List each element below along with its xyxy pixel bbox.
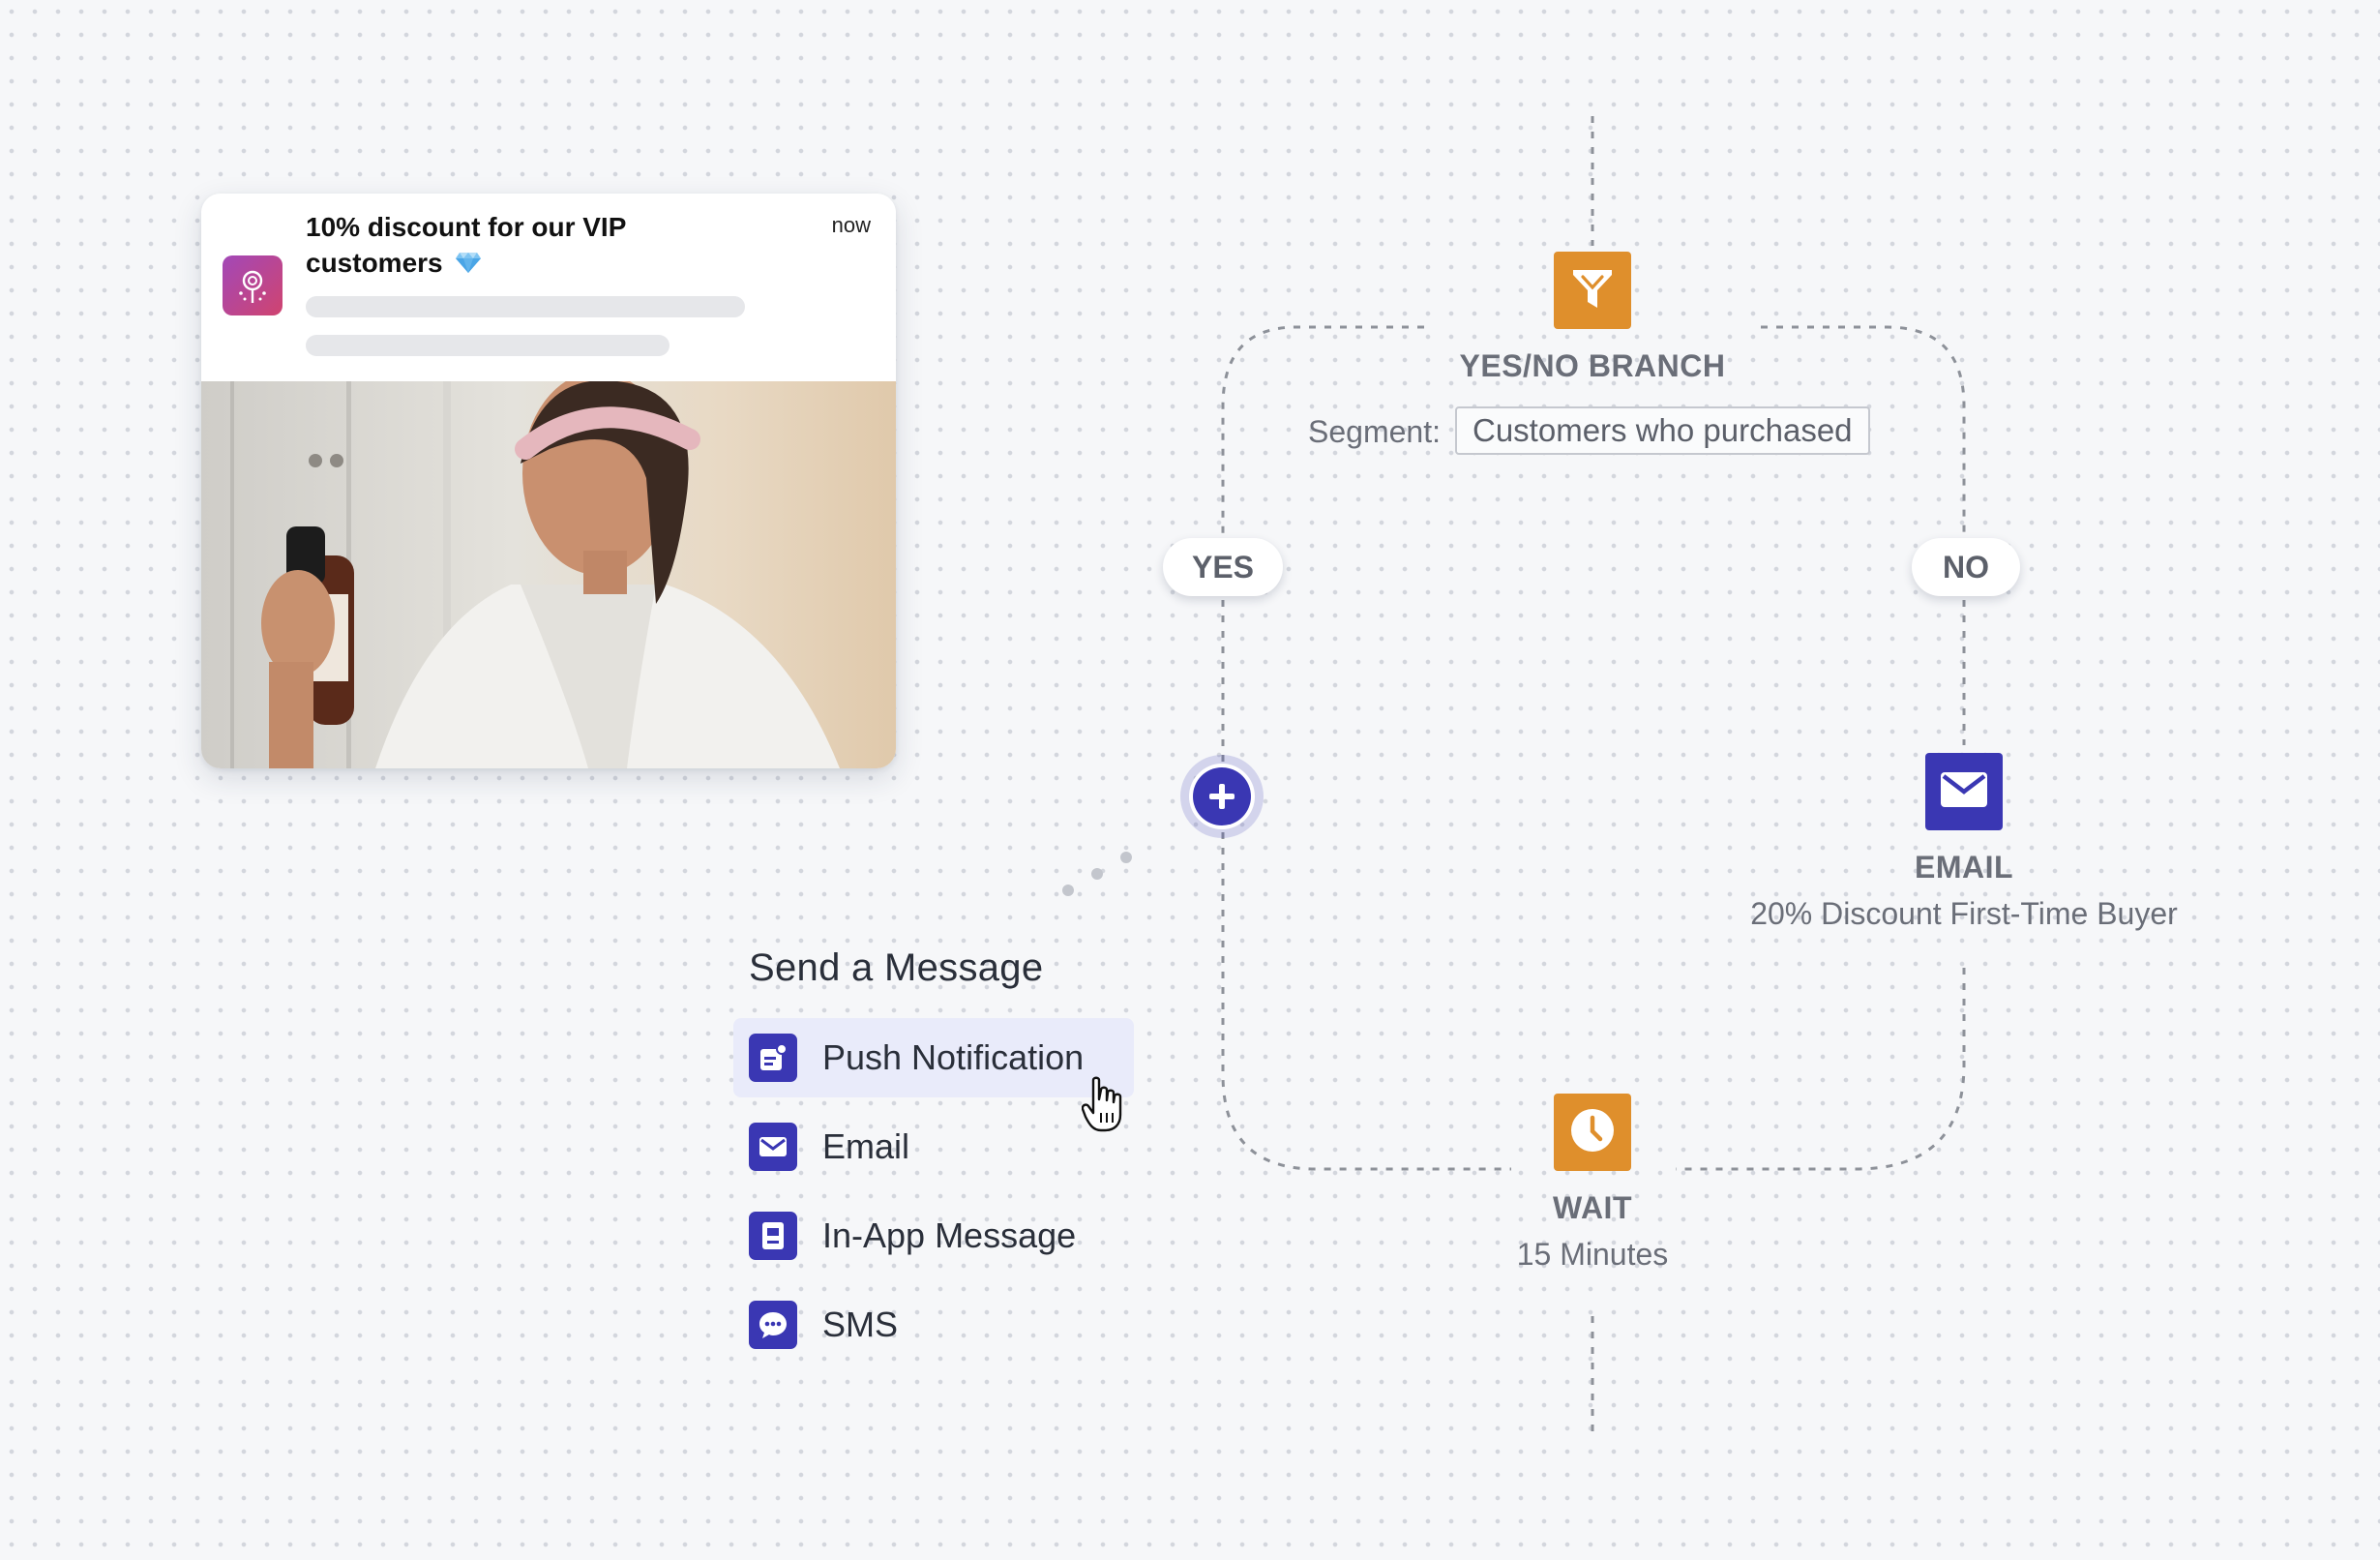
diamond-icon (455, 247, 482, 283)
segment-label: Segment: (1308, 414, 1441, 449)
clock-icon (1569, 1107, 1616, 1158)
chat-bubble-icon (749, 1301, 797, 1349)
envelope-icon (749, 1123, 797, 1171)
app-logo-icon (223, 255, 283, 315)
menu-item-label: SMS (822, 1305, 899, 1344)
notification-title: 10% discount for our VIP customers (306, 209, 731, 283)
email-node-title: EMAIL (1914, 850, 2014, 885)
menu-item-label: In-App Message (822, 1215, 1077, 1255)
menu-item-label: Email (822, 1126, 910, 1166)
branch-node[interactable] (1554, 252, 1631, 329)
menu-item-email[interactable]: Email (733, 1107, 1134, 1186)
in-app-message-icon (749, 1212, 797, 1260)
no-path-label: NO (1912, 538, 2020, 596)
text-placeholder-line (306, 296, 745, 317)
menu-item-in-app-message[interactable]: In-App Message (733, 1196, 1134, 1275)
wait-node-subtitle: 15 Minutes (1516, 1237, 1669, 1272)
hand-cursor-icon (1081, 1076, 1126, 1137)
email-node-subtitle: 20% Discount First-Time Buyer (1750, 896, 2178, 931)
wait-node[interactable] (1554, 1094, 1631, 1171)
push-notification-icon (749, 1034, 797, 1082)
menu-item-sms[interactable]: SMS (733, 1285, 1134, 1365)
branch-node-title: YES/NO BRANCH (1459, 348, 1726, 383)
wait-node-title: WAIT (1553, 1190, 1632, 1225)
notification-time: now (831, 213, 871, 237)
menu-item-push-notification[interactable]: Push Notification (733, 1018, 1134, 1097)
email-node[interactable] (1925, 753, 2003, 830)
filter-icon (1569, 265, 1616, 316)
yes-path-label: YES (1163, 538, 1283, 596)
envelope-icon (1940, 771, 1988, 813)
text-placeholder-line (306, 335, 669, 356)
connector-dot (1062, 885, 1074, 896)
plus-icon (1193, 767, 1251, 825)
send-message-title: Send a Message (749, 946, 1044, 989)
add-step-button[interactable] (1180, 755, 1264, 838)
menu-item-label: Push Notification (822, 1037, 1085, 1077)
connector-dot (1091, 868, 1103, 880)
notification-header: 10% discount for our VIP customers now (201, 194, 896, 381)
product-photo (201, 381, 896, 768)
connector-dot (1120, 852, 1132, 863)
segment-select[interactable]: Customers who purchased (1455, 406, 1870, 455)
push-notification-preview: 10% discount for our VIP customers now (201, 194, 896, 768)
